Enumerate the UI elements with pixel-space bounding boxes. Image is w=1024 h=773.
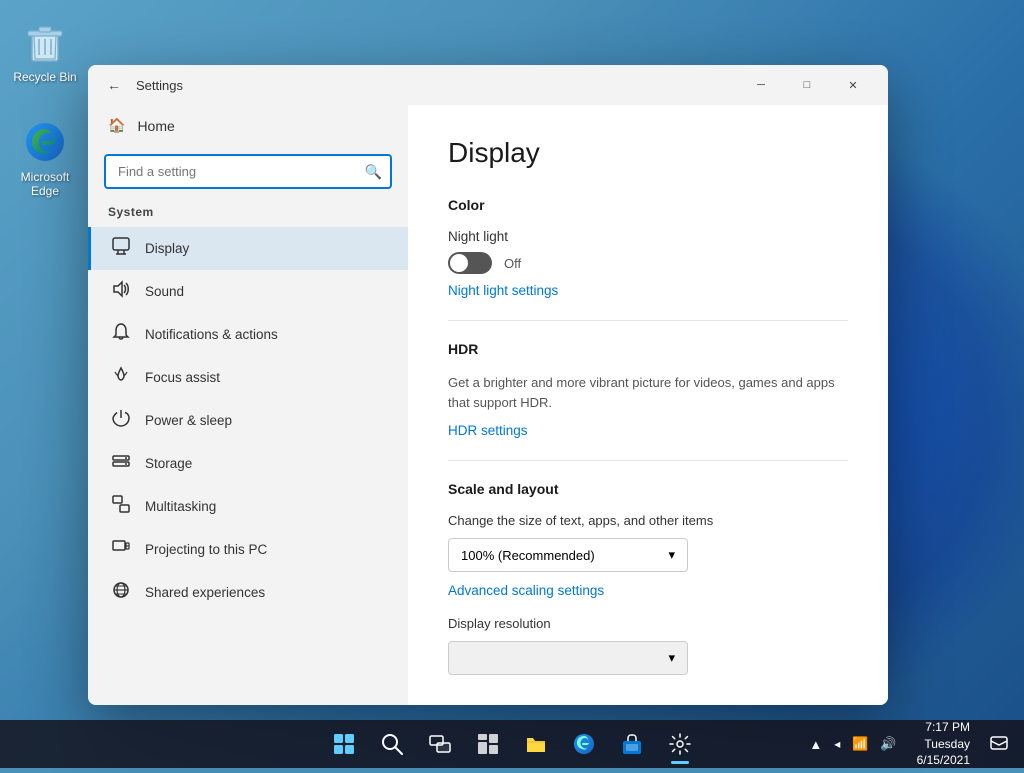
resolution-label: Display resolution [448, 616, 848, 631]
system-tray: ▲ ◂ 📶 🔊 [805, 734, 900, 754]
sidebar-item-power[interactable]: Power & sleep [88, 399, 408, 442]
home-nav-item[interactable]: 🏠 Home [88, 105, 408, 146]
settings-taskbar-button[interactable] [658, 722, 702, 766]
scale-sublabel: Change the size of text, apps, and other… [448, 513, 848, 528]
multitasking-icon [111, 495, 131, 518]
search-box: 🔍 [104, 154, 392, 189]
content-area: 🏠 Home 🔍 System [88, 105, 888, 705]
night-light-settings-link[interactable]: Night light settings [448, 283, 558, 298]
window-controls: ─ □ ✕ [738, 69, 876, 101]
desktop: Recycle Bin Microsoft Edge [0, 0, 1024, 768]
shared-label: Shared experiences [145, 585, 265, 600]
sidebar: 🏠 Home 🔍 System [88, 105, 408, 705]
back-button[interactable]: ← [100, 71, 128, 99]
recycle-bin-image [21, 18, 69, 66]
night-light-toggle[interactable] [448, 252, 492, 274]
sound-icon [111, 280, 131, 303]
power-label: Power & sleep [145, 413, 232, 428]
sidebar-item-display[interactable]: Display [88, 227, 408, 270]
sidebar-section-title: System [88, 201, 408, 227]
toggle-off-label: Off [504, 256, 521, 271]
display-label: Display [145, 241, 189, 256]
chevron-down-icon: ▾ [668, 547, 675, 563]
recycle-bin-label: Recycle Bin [13, 70, 76, 84]
minimize-button[interactable]: ─ [738, 69, 784, 101]
night-light-label: Night light [448, 229, 848, 244]
maximize-button[interactable]: □ [784, 69, 830, 101]
close-button[interactable]: ✕ [830, 69, 876, 101]
clock-day: Tuesday [917, 736, 970, 753]
hdr-settings-link[interactable]: HDR settings [448, 423, 528, 438]
advanced-scaling-link[interactable]: Advanced scaling settings [448, 583, 604, 598]
hdr-description: Get a brighter and more vibrant picture … [448, 373, 848, 412]
home-label: Home [137, 118, 174, 134]
sidebar-item-sound[interactable]: Sound [88, 270, 408, 313]
resolution-row: Display resolution ▾ [448, 616, 848, 675]
settings-window: ← Settings ─ □ ✕ 🏠 Home 🔍 System [88, 65, 888, 705]
window-title: Settings [136, 78, 183, 93]
notifications-label: Notifications & actions [145, 327, 278, 342]
projecting-label: Projecting to this PC [145, 542, 267, 557]
sidebar-item-notifications[interactable]: Notifications & actions [88, 313, 408, 356]
storage-label: Storage [145, 456, 192, 471]
divider-2 [448, 460, 848, 461]
file-explorer-button[interactable] [514, 722, 558, 766]
divider-1 [448, 320, 848, 321]
widgets-button[interactable] [466, 722, 510, 766]
focus-label: Focus assist [145, 370, 220, 385]
power-icon [111, 409, 131, 432]
notification-center-button[interactable] [986, 729, 1012, 760]
taskbar: ▲ ◂ 📶 🔊 7:17 PM Tuesday 6/15/2021 [0, 720, 1024, 768]
scale-section-title: Scale and layout [448, 481, 848, 497]
store-button[interactable] [610, 722, 654, 766]
search-taskbar-button[interactable] [370, 722, 414, 766]
multitasking-label: Multitasking [145, 499, 216, 514]
search-icon: 🔍 [365, 163, 382, 180]
task-view-button[interactable] [418, 722, 462, 766]
focus-icon [111, 366, 131, 389]
edge-image [21, 118, 69, 166]
sidebar-item-storage[interactable]: Storage [88, 442, 408, 485]
sound-label: Sound [145, 284, 184, 299]
page-title: Display [448, 137, 848, 169]
resolution-dropdown[interactable]: ▾ [448, 641, 688, 675]
color-section-title: Color [448, 197, 848, 213]
system-clock[interactable]: 7:17 PM Tuesday 6/15/2021 [909, 715, 978, 773]
sidebar-item-shared[interactable]: Shared experiences [88, 571, 408, 614]
clock-time: 7:17 PM [917, 719, 970, 736]
edge-desktop-icon[interactable]: Microsoft Edge [5, 110, 85, 206]
network-icon[interactable]: 📶 [848, 734, 872, 754]
recycle-bin-icon[interactable]: Recycle Bin [5, 10, 85, 92]
notifications-icon [111, 323, 131, 346]
display-icon [111, 237, 131, 260]
volume-icon[interactable]: 🔊 [876, 734, 900, 754]
taskbar-center [322, 722, 702, 766]
sidebar-item-focus[interactable]: Focus assist [88, 356, 408, 399]
taskbar-right: ▲ ◂ 📶 🔊 7:17 PM Tuesday 6/15/2021 [805, 715, 1012, 773]
location-icon: ◂ [830, 735, 844, 753]
sidebar-item-projecting[interactable]: Projecting to this PC [88, 528, 408, 571]
scale-dropdown-value: 100% (Recommended) [461, 548, 595, 563]
show-hidden-tray-button[interactable]: ▲ [805, 735, 826, 754]
home-icon: 🏠 [108, 117, 125, 134]
toggle-row: Off [448, 252, 848, 274]
title-bar: ← Settings ─ □ ✕ [88, 65, 888, 105]
hdr-section-title: HDR [448, 341, 848, 357]
resolution-chevron-icon: ▾ [668, 650, 675, 666]
projecting-icon [111, 538, 131, 561]
main-content: Display Color Night light Off Night ligh… [408, 105, 888, 705]
sidebar-item-multitasking[interactable]: Multitasking [88, 485, 408, 528]
edge-desktop-label: Microsoft Edge [13, 170, 77, 198]
scale-dropdown[interactable]: 100% (Recommended) ▾ [448, 538, 688, 572]
storage-icon [111, 452, 131, 475]
shared-icon [111, 581, 131, 604]
start-button[interactable] [322, 722, 366, 766]
clock-date: 6/15/2021 [917, 752, 970, 769]
edge-taskbar-button[interactable] [562, 722, 606, 766]
night-light-row: Night light Off Night light settings [448, 229, 848, 300]
search-input[interactable] [104, 154, 392, 189]
